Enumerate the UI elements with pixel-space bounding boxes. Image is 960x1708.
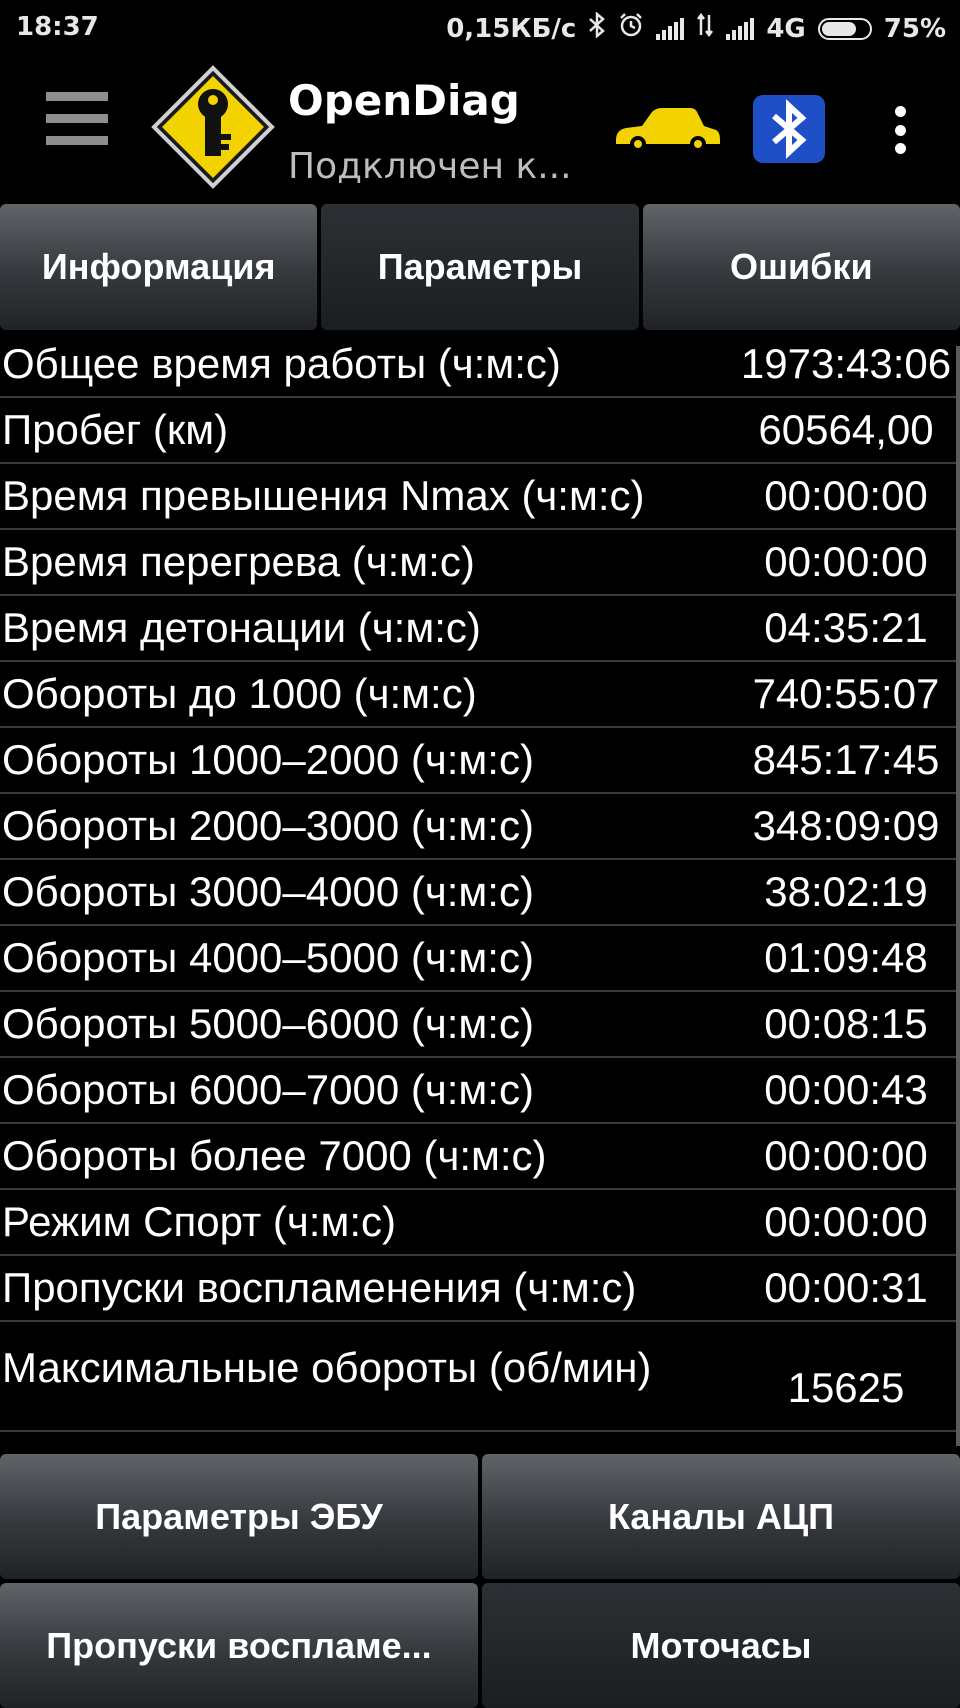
battery-percent: 75% <box>883 13 946 44</box>
alarm-icon <box>618 12 644 45</box>
param-value: 04:35:21 <box>764 604 928 651</box>
param-value: 60564,00 <box>758 406 934 453</box>
param-label: Обороты более 7000 (ч:м:с) <box>2 1132 547 1179</box>
parameter-list[interactable]: Общее время работы (ч:м:с) 1973:43:06 Про… <box>0 332 956 1452</box>
param-value: 01:09:48 <box>764 934 928 981</box>
network-speed: 0,15КБ/с <box>446 13 577 44</box>
status-time: 18:37 <box>16 12 99 42</box>
signal-icon <box>656 17 685 40</box>
app-logo-key-icon <box>150 64 276 190</box>
battery-icon <box>817 17 872 40</box>
engine-hours-button[interactable]: Моточасы <box>482 1583 960 1708</box>
connection-status: Подключен к... <box>288 146 572 187</box>
bluetooth-status-icon <box>588 11 606 45</box>
list-item: Максимальные обороты (об/мин) 15625 <box>0 1322 956 1432</box>
param-value: 348:09:09 <box>752 802 940 849</box>
bottom-button-grid: Параметры ЭБУ Каналы АЦП Пропуски воспла… <box>0 1454 960 1708</box>
list-item: Обороты более 7000 (ч:м:с) 00:00:00 <box>0 1124 956 1190</box>
param-label: Обороты 4000–5000 (ч:м:с) <box>2 934 534 981</box>
param-value: 00:00:00 <box>764 472 928 519</box>
tab-errors[interactable]: Ошибки <box>642 204 960 330</box>
adc-channels-button[interactable]: Каналы АЦП <box>482 1454 960 1579</box>
overflow-menu-icon[interactable] <box>882 106 918 154</box>
list-item: Обороты 1000–2000 (ч:м:с) 845:17:45 <box>0 728 956 794</box>
app-title: OpenDiag <box>288 76 520 125</box>
param-label: Режим Спорт (ч:м:с) <box>2 1198 396 1245</box>
menu-icon[interactable] <box>46 92 108 158</box>
param-value: 1973:43:06 <box>740 340 952 387</box>
list-item: Пропуски воспламенения (ч:м:с) 00:00:31 <box>0 1256 956 1322</box>
param-value: 15625 <box>787 1364 905 1411</box>
param-label: Обороты 1000–2000 (ч:м:с) <box>2 736 534 783</box>
param-value: 38:02:19 <box>764 868 928 915</box>
param-value: 00:08:15 <box>764 1000 928 1047</box>
param-label: Пробег (км) <box>2 406 229 453</box>
param-label: Время превышения Nmax (ч:м:с) <box>2 472 645 519</box>
list-item: Время превышения Nmax (ч:м:с) 00:00:00 <box>0 464 956 530</box>
list-item: Обороты 3000–4000 (ч:м:с) 38:02:19 <box>0 860 956 926</box>
bluetooth-elm327-icon[interactable] <box>752 94 826 164</box>
param-value: 740:55:07 <box>752 670 940 717</box>
list-item: Режим Спорт (ч:м:с) 00:00:00 <box>0 1190 956 1256</box>
param-label: Обороты до 1000 (ч:м:с) <box>2 670 477 717</box>
misfires-button[interactable]: Пропуски воспламе... <box>0 1583 478 1708</box>
status-bar: 18:37 0,15КБ/с 4G 75% <box>0 0 960 56</box>
list-item: Обороты 4000–5000 (ч:м:с) 01:09:48 <box>0 926 956 992</box>
param-label: Максимальные обороты (об/мин) <box>2 1344 652 1391</box>
param-label: Время перегрева (ч:м:с) <box>2 538 475 585</box>
param-value: 845:17:45 <box>752 736 940 783</box>
list-item: Обороты 2000–3000 (ч:м:с) 348:09:09 <box>0 794 956 860</box>
param-label: Пропуски воспламенения (ч:м:с) <box>2 1264 637 1311</box>
param-value: 00:00:00 <box>764 1198 928 1245</box>
list-item: Общее время работы (ч:м:с) 1973:43:06 <box>0 332 956 398</box>
scrollbar[interactable] <box>956 346 960 1446</box>
ecu-parameters-button[interactable]: Параметры ЭБУ <box>0 1454 478 1579</box>
list-item: Пробег (км) 60564,00 <box>0 398 956 464</box>
data-arrows-icon <box>696 12 714 44</box>
signal-icon-2 <box>726 17 755 40</box>
list-item: Время перегрева (ч:м:с) 00:00:00 <box>0 530 956 596</box>
param-value: 00:00:00 <box>764 538 928 585</box>
status-icons: 0,15КБ/с 4G 75% <box>446 11 946 45</box>
action-bar: OpenDiag Подключен к... <box>0 56 960 202</box>
battery-fill <box>821 21 857 36</box>
list-item: Обороты 6000–7000 (ч:м:с) 00:00:43 <box>0 1058 956 1124</box>
list-item: Обороты 5000–6000 (ч:м:с) 00:08:15 <box>0 992 956 1058</box>
tab-parameters[interactable]: Параметры <box>321 204 639 330</box>
param-value: 00:00:43 <box>764 1066 928 1113</box>
list-item: Время детонации (ч:м:с) 04:35:21 <box>0 596 956 662</box>
tab-information[interactable]: Информация <box>0 204 318 330</box>
tab-bar: Информация Параметры Ошибки <box>0 204 960 330</box>
car-icon[interactable] <box>612 104 722 154</box>
param-label: Обороты 2000–3000 (ч:м:с) <box>2 802 534 849</box>
param-label: Обороты 6000–7000 (ч:м:с) <box>2 1066 534 1113</box>
network-type: 4G <box>766 13 806 44</box>
list-item: Обороты до 1000 (ч:м:с) 740:55:07 <box>0 662 956 728</box>
param-label: Общее время работы (ч:м:с) <box>2 340 561 387</box>
param-value: 00:00:31 <box>764 1264 928 1311</box>
param-label: Обороты 3000–4000 (ч:м:с) <box>2 868 534 915</box>
param-value: 00:00:00 <box>764 1132 928 1179</box>
param-label: Обороты 5000–6000 (ч:м:с) <box>2 1000 534 1047</box>
param-label: Время детонации (ч:м:с) <box>2 604 481 651</box>
